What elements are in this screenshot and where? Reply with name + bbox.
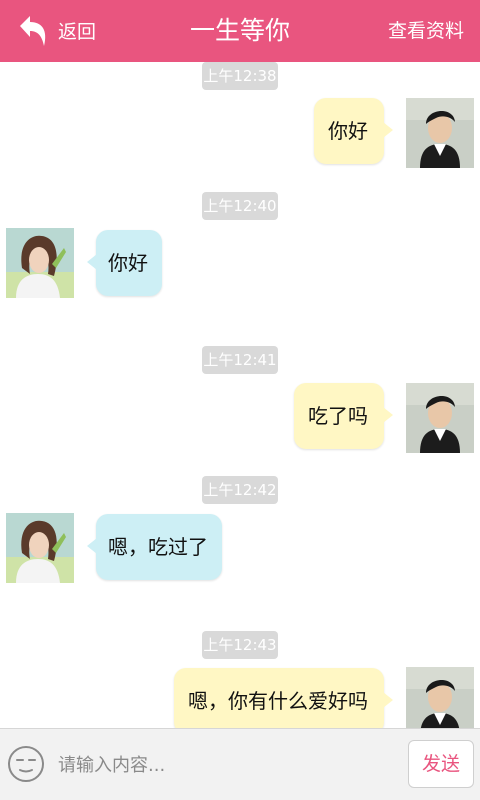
avatar-contact[interactable] xyxy=(6,513,74,583)
timestamp: 上午12:41 xyxy=(202,346,278,374)
back-label: 返回 xyxy=(58,20,97,43)
back-button[interactable]: 返回 xyxy=(14,10,96,50)
message-bubble-self[interactable]: 你好 xyxy=(314,98,393,164)
message-bubble-self[interactable]: 吃了吗 xyxy=(294,383,393,449)
avatar-male-image xyxy=(406,383,474,453)
send-button[interactable]: 发送 xyxy=(408,740,474,788)
avatar-female-image xyxy=(6,513,74,583)
avatar-self[interactable] xyxy=(406,98,474,168)
timestamp: 上午12:42 xyxy=(202,476,278,504)
smiley-face-icon xyxy=(6,746,46,788)
emoji-button[interactable] xyxy=(6,744,46,784)
timestamp: 上午12:40 xyxy=(202,192,278,220)
avatar-male-image xyxy=(406,667,474,728)
view-profile-button[interactable]: 查看资料 xyxy=(388,0,464,62)
avatar-male-image xyxy=(406,98,474,168)
chat-message-list[interactable]: 上午12:38 你好 上午12:40 你好 上午12:41 吃了吗 上午12:4… xyxy=(0,62,480,728)
top-bar: 返回 一生等你 查看资料 xyxy=(0,0,480,62)
back-arrow-icon xyxy=(14,10,54,50)
message-input-bar: 发送 xyxy=(0,728,480,800)
message-bubble-contact[interactable]: 嗯，吃过了 xyxy=(87,514,222,580)
message-input[interactable] xyxy=(56,743,396,787)
avatar-self[interactable] xyxy=(406,383,474,453)
avatar-contact[interactable] xyxy=(6,228,74,298)
message-bubble-contact[interactable]: 你好 xyxy=(87,230,162,296)
avatar-self[interactable] xyxy=(406,667,474,728)
timestamp: 上午12:43 xyxy=(202,631,278,659)
timestamp: 上午12:38 xyxy=(202,62,278,90)
message-bubble-self[interactable]: 嗯，你有什么爱好吗 xyxy=(174,668,393,728)
avatar-female-image xyxy=(6,228,74,298)
